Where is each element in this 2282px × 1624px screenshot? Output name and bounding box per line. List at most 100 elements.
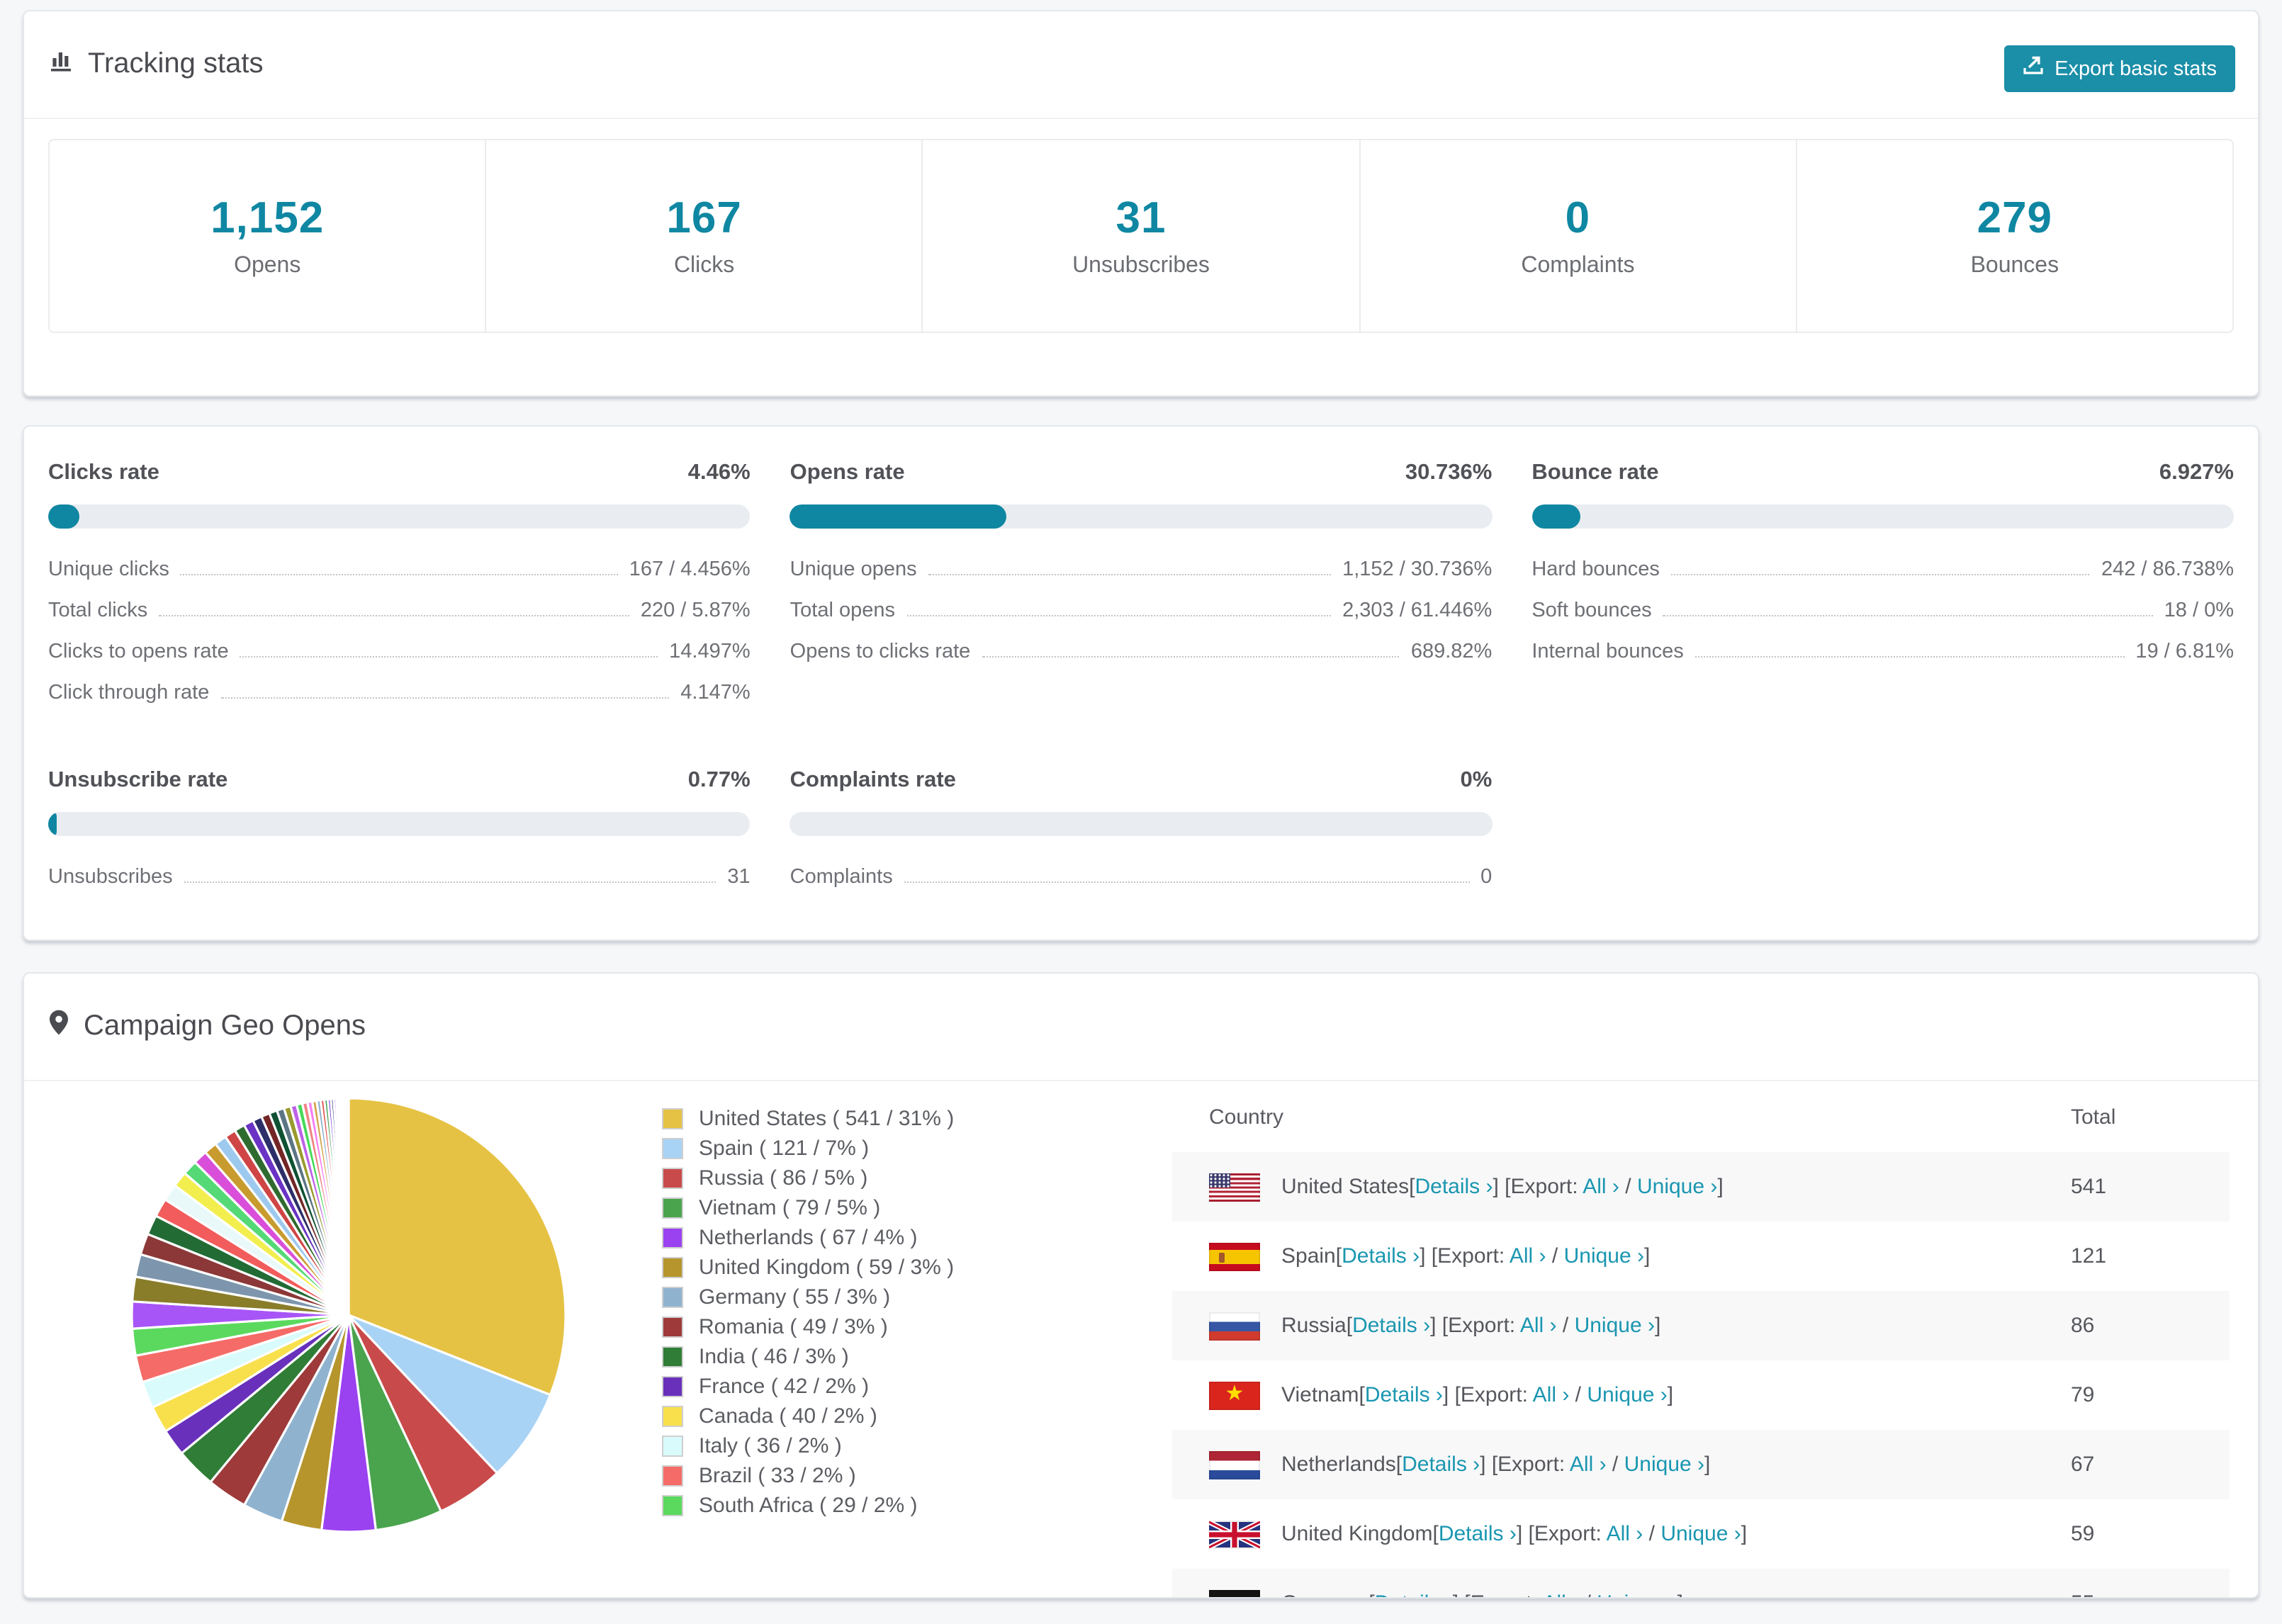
rate-stat-row: Total opens 2,303 / 61.446% [790,599,1493,641]
rate-stat-row: Total clicks 220 / 5.87% [48,599,751,641]
geo-table-row: Vietnam [Details ›] [Export: All › / Uni… [1172,1360,2230,1430]
export-all-link[interactable]: All › [1533,1383,1570,1407]
rate-value: 0% [1460,768,1493,792]
geo-table-row: Russia [Details ›] [Export: All › / Uniq… [1172,1291,2230,1360]
tracking-stats-panel: Tracking stats Export basic stats 1,152 O… [23,10,2259,397]
stat-value: 2,303 / 61.446% [1342,599,1493,622]
legend-item: Romania ( 49 / 3% ) [662,1312,954,1342]
stat-value: 220 / 5.87% [640,599,751,622]
rate-stat-row: Opens to clicks rate 689.82% [790,641,1493,682]
rate-stat-row: Internal bounces 19 / 6.81% [1531,641,2234,682]
details-link[interactable]: Details › [1375,1591,1453,1597]
rate-stat-row: Soft bounces 18 / 0% [1531,599,2234,641]
rates-row-2: Unsubscribe rate 0.77% Unsubscribes 31 Compl… [24,768,2258,907]
rate-block: Complaints rate 0% Complaints 0 [789,768,1493,907]
summary-box: 279 Bounces [1797,140,2232,332]
rate-stat-row: Unique clicks 167 / 4.456% [48,558,751,599]
export-all-link[interactable]: All › [1510,1244,1546,1268]
geo-table-row: United Kingdom [Details ›] [Export: All … [1172,1499,2230,1569]
legend-color-swatch [662,1197,683,1219]
geo-opens-pie-chart [130,1097,567,1533]
rate-header: Clicks rate 4.46% [48,461,751,486]
stat-label: Total clicks [48,599,148,622]
export-all-link[interactable]: All › [1543,1591,1580,1597]
stat-value: 1,152 / 30.736% [1342,558,1493,581]
rates-row-1: Clicks rate 4.46% Unique clicks 167 / 4.456… [24,461,2258,723]
details-link[interactable]: Details › [1402,1453,1480,1477]
dotted-leader [928,574,1332,575]
stat-label: Hard bounces [1531,558,1660,581]
dotted-leader [1663,615,2153,616]
export-all-link[interactable]: All › [1607,1522,1643,1546]
total-cell: 86 [2071,1314,2095,1338]
summary-label: Clicks [673,254,735,278]
details-link[interactable]: Details › [1342,1244,1420,1268]
export-basic-stats-button[interactable]: Export basic stats [2003,45,2235,92]
details-link[interactable]: Details › [1365,1383,1443,1407]
country-cell: United States [Details ›] [Export: All ›… [1172,1173,2071,1201]
rate-progress-fill [789,504,1006,529]
legend-label: Canada ( 40 / 2% ) [699,1404,877,1428]
rate-block: Unsubscribe rate 0.77% Unsubscribes 31 [48,768,751,907]
geo-table-row: Spain [Details ›] [Export: All › / Uniqu… [1172,1222,2230,1291]
country-name: Germany [1281,1591,1368,1597]
pie-slice-other-40 [347,1097,350,1316]
summary-value: 31 [1115,193,1167,242]
rate-block: Bounce rate 6.927% Hard bounces 242 / 86.73… [1531,461,2234,723]
export-unique-link[interactable]: Unique › [1587,1383,1667,1407]
total-cell: 67 [2071,1453,2095,1477]
summary-label: Bounces [1970,254,2059,278]
tracking-stats-header: Tracking stats Export basic stats [24,11,2258,119]
details-link[interactable]: Details › [1352,1314,1430,1338]
export-unique-link[interactable]: Unique › [1660,1522,1741,1546]
legend-label: Italy ( 36 / 2% ) [699,1434,842,1458]
stat-label: Internal bounces [1531,641,1684,663]
flag-ru [1209,1312,1260,1340]
legend-label: Brazil ( 33 / 2% ) [699,1464,856,1488]
map-pin-icon [48,1009,69,1044]
legend-color-swatch [662,1346,683,1368]
legend-label: United States ( 541 / 31% ) [699,1107,955,1131]
stat-label: Soft bounces [1531,599,1652,622]
dashboard-page: Tracking stats Export basic stats 1,152 O… [0,0,2282,1624]
geo-table-row: Netherlands [Details ›] [Export: All › /… [1172,1430,2230,1499]
legend-color-swatch [662,1287,683,1308]
rate-value: 4.46% [687,461,751,485]
legend-label: Spain ( 121 / 7% ) [699,1137,870,1161]
legend-color-swatch [662,1406,683,1427]
geo-opens-panel: Campaign Geo Opens United States ( 541 /… [23,972,2259,1598]
flag-es [1209,1242,1260,1270]
details-link[interactable]: Details › [1415,1175,1493,1199]
export-unique-link[interactable]: Unique › [1575,1314,1655,1338]
geo-table-row: United States [Details ›] [Export: All ›… [1172,1152,2230,1222]
export-unique-link[interactable]: Unique › [1637,1175,1717,1199]
rate-stat-row: Complaints 0 [790,866,1493,907]
dotted-leader [240,656,658,658]
flag-united-kingdom [1209,1520,1260,1548]
legend-item: Spain ( 121 / 7% ) [662,1134,954,1163]
export-unique-link[interactable]: Unique › [1624,1453,1704,1477]
rate-progress-bar [1531,504,2234,529]
stat-value: 242 / 86.738% [2101,558,2234,581]
stat-value: 18 / 0% [2164,599,2234,622]
export-unique-link[interactable]: Unique › [1597,1591,1677,1597]
details-link[interactable]: Details › [1439,1522,1517,1546]
dotted-leader [1694,656,2125,658]
stat-label: Unique clicks [48,558,169,581]
summary-label: Complaints [1521,254,1635,278]
export-all-link[interactable]: All › [1583,1175,1619,1199]
export-unique-link[interactable]: Unique › [1564,1244,1644,1268]
rate-title: Complaints rate [789,768,956,792]
country-cell: Spain [Details ›] [Export: All › / Uniqu… [1172,1242,2071,1270]
export-all-link[interactable]: All › [1520,1314,1557,1338]
legend-color-swatch [662,1465,683,1487]
legend-color-swatch [662,1168,683,1189]
legend-label: Vietnam ( 79 / 5% ) [699,1196,881,1220]
export-button-label: Export basic stats [2055,57,2217,80]
legend-item: United States ( 541 / 31% ) [662,1104,954,1134]
flag-de [1209,1589,1260,1597]
rate-title: Bounce rate [1531,461,1659,485]
rate-progress-fill [48,504,80,529]
export-all-link[interactable]: All › [1570,1453,1607,1477]
total-cell: 79 [2071,1383,2095,1407]
